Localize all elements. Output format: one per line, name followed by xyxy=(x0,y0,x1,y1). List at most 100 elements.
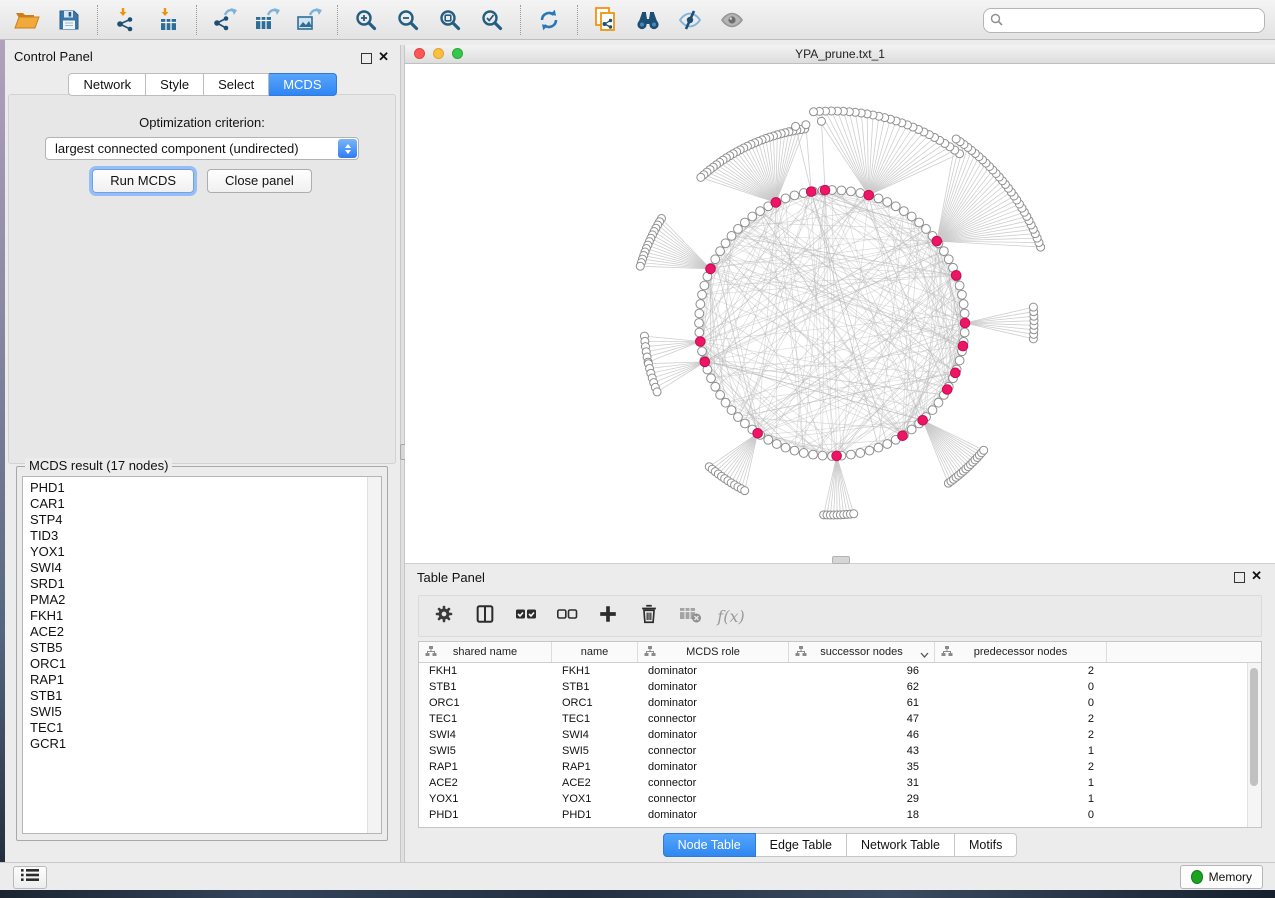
tab-select[interactable]: Select xyxy=(204,73,269,96)
graph-node[interactable] xyxy=(847,187,856,196)
mcds-hub-node[interactable] xyxy=(918,415,928,425)
mcds-hub-node[interactable] xyxy=(960,318,970,328)
zoom-in-button[interactable] xyxy=(345,3,387,37)
graph-node[interactable] xyxy=(711,255,720,264)
mcds-result-item[interactable]: SWI5 xyxy=(23,704,368,720)
optimization-criterion-select[interactable]: largest connected component (undirected) xyxy=(45,137,359,160)
export-network-button[interactable] xyxy=(204,3,246,37)
graph-node[interactable] xyxy=(915,218,924,227)
close-panel-icon[interactable]: ✕ xyxy=(378,49,389,65)
column-header-shared-name[interactable]: shared name xyxy=(419,642,552,662)
graph-node[interactable] xyxy=(817,117,825,125)
graph-node[interactable] xyxy=(1029,303,1037,311)
graph-node[interactable] xyxy=(856,449,865,458)
mcds-hub-node[interactable] xyxy=(695,337,705,347)
table-row[interactable]: ORC1ORC1dominator610 xyxy=(419,695,1247,711)
graph-node[interactable] xyxy=(818,451,827,460)
graph-node[interactable] xyxy=(727,406,736,415)
column-header-successor-nodes[interactable]: successor nodes xyxy=(789,642,935,662)
graph-node[interactable] xyxy=(695,328,704,337)
graph-node[interactable] xyxy=(781,443,790,452)
close-panel-icon[interactable]: ✕ xyxy=(1251,568,1262,584)
graph-node[interactable] xyxy=(721,239,730,248)
graph-node[interactable] xyxy=(939,247,948,256)
graph-node[interactable] xyxy=(799,449,808,458)
table-row[interactable]: TEC1TEC1connector472 xyxy=(419,711,1247,727)
mcds-result-item[interactable]: SRD1 xyxy=(23,576,368,592)
graph-node[interactable] xyxy=(934,398,943,407)
table-scrollbar[interactable] xyxy=(1247,663,1261,827)
table-row[interactable]: SWI5SWI5connector431 xyxy=(419,743,1247,759)
export-table-button[interactable] xyxy=(246,3,288,37)
graph-node[interactable] xyxy=(850,510,858,518)
mcds-hub-node[interactable] xyxy=(864,190,874,200)
mcds-result-item[interactable]: STB1 xyxy=(23,688,368,704)
horizontal-splitter-handle[interactable] xyxy=(832,556,850,564)
mcds-result-item[interactable]: SWI4 xyxy=(23,560,368,576)
mcds-hub-node[interactable] xyxy=(806,187,816,197)
open-button[interactable] xyxy=(6,3,48,37)
graph-node[interactable] xyxy=(959,300,968,309)
graph-node[interactable] xyxy=(955,356,964,365)
graph-node[interactable] xyxy=(802,121,810,129)
mcds-hub-node[interactable] xyxy=(942,385,952,395)
network-document-button[interactable] xyxy=(585,3,627,37)
mcds-hub-node[interactable] xyxy=(706,264,716,274)
run-mcds-button[interactable]: Run MCDS xyxy=(92,169,194,193)
graph-node[interactable] xyxy=(955,281,964,290)
mcds-result-item[interactable]: ORC1 xyxy=(23,656,368,672)
graph-node[interactable] xyxy=(907,425,916,434)
graph-node[interactable] xyxy=(790,191,799,200)
column-header-name[interactable]: name xyxy=(552,642,638,662)
unselect-all-columns-button[interactable] xyxy=(555,604,579,628)
graph-node[interactable] xyxy=(790,446,799,455)
mcds-result-item[interactable]: FKH1 xyxy=(23,608,368,624)
import-table-button[interactable] xyxy=(147,3,189,37)
graph-node[interactable] xyxy=(711,382,720,391)
graph-node[interactable] xyxy=(891,202,900,211)
graph-node[interactable] xyxy=(865,446,874,455)
table-row[interactable]: STB1STB1dominator620 xyxy=(419,679,1247,695)
table-row[interactable]: SWI4SWI4dominator462 xyxy=(419,727,1247,743)
graph-node[interactable] xyxy=(837,186,846,195)
graph-node[interactable] xyxy=(695,309,704,318)
mcds-hub-node[interactable] xyxy=(898,431,908,441)
graph-node[interactable] xyxy=(922,225,931,234)
delete-column-button[interactable] xyxy=(637,604,661,628)
graph-node[interactable] xyxy=(756,207,765,216)
tab-mcds[interactable]: MCDS xyxy=(269,73,336,96)
panel-menu-button[interactable] xyxy=(13,866,47,889)
graph-node[interactable] xyxy=(698,347,707,356)
mcds-result-item[interactable]: STB5 xyxy=(23,640,368,656)
mcds-result-item[interactable]: TEC1 xyxy=(23,720,368,736)
memory-button[interactable]: Memory xyxy=(1180,865,1263,889)
graph-node[interactable] xyxy=(741,487,749,495)
graph-node[interactable] xyxy=(809,450,818,459)
mcds-result-item[interactable]: PMA2 xyxy=(23,592,368,608)
graph-node[interactable] xyxy=(696,300,705,309)
show-columns-button[interactable] xyxy=(473,604,497,628)
graph-node[interactable] xyxy=(700,281,709,290)
add-column-button[interactable] xyxy=(596,604,620,628)
graph-node[interactable] xyxy=(958,290,967,299)
table-row[interactable]: YOX1YOX1connector291 xyxy=(419,791,1247,807)
graph-node[interactable] xyxy=(716,391,725,400)
mcds-hub-node[interactable] xyxy=(771,198,781,208)
network-canvas[interactable] xyxy=(405,64,1275,564)
tab-network[interactable]: Network xyxy=(68,73,146,96)
graph-node[interactable] xyxy=(952,135,960,143)
tab-motifs[interactable]: Motifs xyxy=(955,833,1017,857)
tab-edge-table[interactable]: Edge Table xyxy=(756,833,847,857)
graph-node[interactable] xyxy=(944,255,953,264)
tab-network-table[interactable]: Network Table xyxy=(847,833,955,857)
graph-node[interactable] xyxy=(883,198,892,207)
mcds-hub-node[interactable] xyxy=(951,368,961,378)
export-image-button[interactable] xyxy=(288,3,330,37)
mcds-hub-node[interactable] xyxy=(820,185,830,195)
column-header-mcds-role[interactable]: MCDS role xyxy=(638,642,789,662)
mcds-result-item[interactable]: PHD1 xyxy=(23,480,368,496)
graph-node[interactable] xyxy=(907,212,916,221)
graph-node[interactable] xyxy=(792,122,800,130)
graph-node[interactable] xyxy=(874,443,883,452)
table-row[interactable]: FKH1FKH1dominator962 xyxy=(419,663,1247,679)
